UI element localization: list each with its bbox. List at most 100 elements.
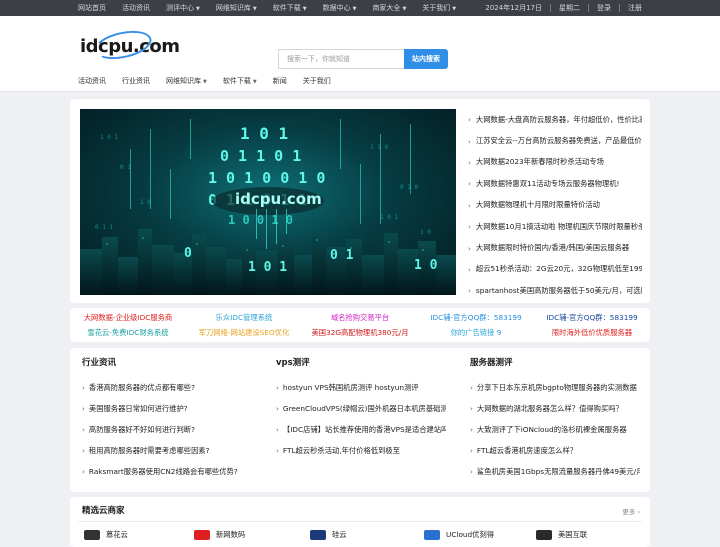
bullet-icon: › [82,467,85,476]
ad-link[interactable]: 美国32G高配物理机380元/月 [302,328,418,338]
merchant-logo-icon [310,530,326,540]
bullet-icon: › [468,200,471,210]
nav-item-about[interactable]: 关于我们 [303,76,331,86]
list-item[interactable]: › 大网数据10月1搞活动啦 物理机国庆节限时限量秒杀 [468,216,642,237]
list-item[interactable]: › FTL超云秒杀活动,年付价格低到极至 [276,446,446,456]
list-item[interactable]: › 大网数据特惠双11活动专场云服务器物理机! [468,173,642,194]
list-item[interactable]: › 美国服务器日常如何进行维护? [82,404,252,414]
current-weekday: 星期二 [559,4,580,12]
bullet-icon: › [468,157,471,167]
nav-item-downloads[interactable]: 软件下载 ▼ [223,76,257,86]
bullet-icon: › [82,446,85,455]
list-item[interactable]: › Raksmart服务器使用CN2线路会有哪些优势? [82,467,252,477]
merchant-item[interactable]: 新网数码 [194,530,245,540]
divider [78,521,642,522]
list-item[interactable]: › FTL超云香港机房速度怎么样？ [470,446,640,456]
merchant-item[interactable]: 硅云 [310,530,347,540]
list-item[interactable]: › 大网数据物理机十月限时限量特价活动 [468,195,642,216]
ad-link[interactable]: IDC辅-官方QQ群：583199 [534,313,650,323]
list-item[interactable]: › 租用高防服务器时需要考虑哪些因素? [82,446,252,456]
ad-link[interactable]: 雪花云-免费IDC财务系统 [70,328,186,338]
bullet-icon: › [468,264,471,274]
chevron-down-icon: ▼ [302,6,307,12]
top-nav-item-about[interactable]: 关于我们 ▼ [414,3,464,13]
list-item[interactable]: › 分享下日本东京机房bgpto物理服务器的实测数据 [470,383,640,393]
merchant-item[interactable]: 美国互联 [536,530,587,540]
svg-text:1 0 1: 1 0 1 [248,260,287,275]
list-item[interactable]: › 鲨鱼机房美国1Gbps无限流量服务器丹佛49美元/月 [470,467,640,477]
list-item[interactable]: › 【IDC店铺】站长推荐使用的香港VPS是适合建站吗 [276,425,446,435]
top-nav-item-home[interactable]: 网站首页 [70,3,114,13]
current-date: 2024年12月17日 [485,4,542,12]
top-nav-item-datacenter[interactable]: 数据中心 ▼ [315,3,365,13]
merchant-logo-icon [84,530,100,540]
ad-link[interactable]: 你的广告链接 9 [418,328,534,338]
list-item[interactable]: › 江苏安全云--万台高防云服务器免费送，产品最低价 [468,130,642,151]
search-box: 搜索一下，你就知道 站内搜索 [278,49,448,69]
list-item[interactable]: › 高防服务器好不好如何进行判断? [82,425,252,435]
hero-section: 1 0 1 0 1 1 1 0 0 1 0 1 0 1 0 1 0 1 1 1 0 1 0… [70,99,650,303]
list-item[interactable]: › 大网数据的湖北服务器怎么样？值得购买吗？ [470,404,640,414]
ad-row: 雪花云-免费IDC财务系统 军刀网络-网站建设SEO优化 美国32G高配物理机3… [70,326,650,340]
ad-link[interactable]: 限时海外低价优质服务器 [534,328,650,338]
merchant-item[interactable]: 慕花云 [84,530,128,540]
svg-text:0 1: 0 1 [120,164,131,171]
nav-item-news[interactable]: 新闻 [273,76,287,86]
binary-cloud-illustration: 1 0 1 0 1 1 1 0 0 1 0 1 0 1 0 1 0 1 1 1 0 1 0… [80,119,456,295]
search-button[interactable]: 站内搜索 [404,49,448,69]
top-nav-item-reviews[interactable]: 测评中心 ▼ [158,3,208,13]
main-nav: 活动资讯 行业资讯 网维知识库 ▼ 软件下载 ▼ 新闻 关于我们 [0,70,720,92]
list-item[interactable]: › hostyun VPS韩国机房测评 hostyun测评 [276,383,446,393]
login-link[interactable]: 登录 [589,3,619,13]
hero-banner-image[interactable]: 1 0 1 0 1 1 1 0 0 1 0 1 0 1 0 1 0 1 1 1 0 1 0… [80,109,456,295]
merchant-item[interactable]: UCloud优刻得 [424,530,494,540]
bullet-icon: › [468,179,471,189]
chevron-down-icon: ▼ [352,6,357,12]
chevron-down-icon: ▼ [196,6,200,12]
ad-link[interactable]: 域名抢购交易平台 [302,313,418,323]
bullet-icon: › [468,243,471,253]
bullet-icon: › [276,404,279,413]
banner-logo-text: idcpu.com [235,190,322,208]
bullet-icon: › [468,115,471,125]
column-title[interactable]: vps测评 [276,356,310,368]
chevron-down-icon: ▼ [252,6,257,12]
svg-text:1 0 1: 1 0 1 [100,134,118,141]
register-link[interactable]: 注册 [620,3,650,13]
ad-link[interactable]: IDC辅-官方QQ群：583199 [418,313,534,323]
ad-link[interactable]: 乐众IDC管理系统 [186,313,302,323]
svg-text:1 0: 1 0 [140,199,151,206]
list-item[interactable]: › 大致测评了下iONcloud的洛杉矶裸金属服务器 [470,425,640,435]
nav-item-knowledge[interactable]: 网维知识库 ▼ [166,76,207,86]
svg-text:0: 0 [184,246,192,261]
search-input[interactable]: 搜索一下，你就知道 [278,49,404,69]
column-title[interactable]: 服务器测评 [470,356,513,368]
headline-list: › 大网数据-大盘高防云服务器，年付超低价，性价比高 › 江苏安全云--万台高防云服… [468,109,642,302]
chevron-down-icon: ▼ [452,6,457,12]
svg-text:1 0 1 0 0 1 0: 1 0 1 0 0 1 0 [208,169,325,187]
list-item[interactable]: › 香港高防服务器的优点都有哪些? [82,383,252,393]
top-nav-item-activities[interactable]: 活动资讯 [114,3,158,13]
bullet-icon: › [470,404,473,413]
list-item[interactable]: › 超云51秒杀活动：2G云20元，32G物理机低至199元 [468,259,642,280]
list-item[interactable]: › 大网数据限时特价国内/香港/韩国/美国云服务器 [468,237,642,258]
column-server-reviews: 服务器测评 › 分享下日本东京机房bgpto物理服务器的实测数据 › 大网数据的湖北… [458,348,644,488]
site-logo[interactable]: idcpu.com [80,26,180,64]
nav-item-activities[interactable]: 活动资讯 [78,76,106,86]
top-nav: 网站首页 活动资讯 测评中心 ▼ 网维知识库 ▼ 软件下载 ▼ 数据中心 ▼ 商家大全 ▼… [70,3,464,13]
merchant-logo-icon [424,530,440,540]
merchant-logo-icon [194,530,210,540]
list-item[interactable]: › spartanhost美国高防服务器低于50美元/月，可选区 [468,280,642,301]
column-title[interactable]: 行业资讯 [82,356,116,368]
nav-item-industry[interactable]: 行业资讯 [122,76,150,86]
top-nav-item-knowledge[interactable]: 网维知识库 ▼ [208,3,265,13]
top-nav-item-merchants[interactable]: 商家大全 ▼ [364,3,414,13]
chevron-down-icon: ▼ [402,6,407,12]
top-nav-item-downloads[interactable]: 软件下载 ▼ [265,3,315,13]
ad-link[interactable]: 大网数据-企业级IDC服务商 [70,313,186,323]
ad-link[interactable]: 军刀网络-网站建设SEO优化 [186,328,302,338]
more-link[interactable]: 更多 › [622,506,640,516]
list-item[interactable]: › 大网数据-大盘高防云服务器，年付超低价，性价比高 [468,109,642,130]
list-item[interactable]: › 大网数据2023年新春限时秒杀活动专场 [468,152,642,173]
list-item[interactable]: › GreenCloudVPS(绿帽云)国外机器日本机房基础测评 [276,404,446,414]
